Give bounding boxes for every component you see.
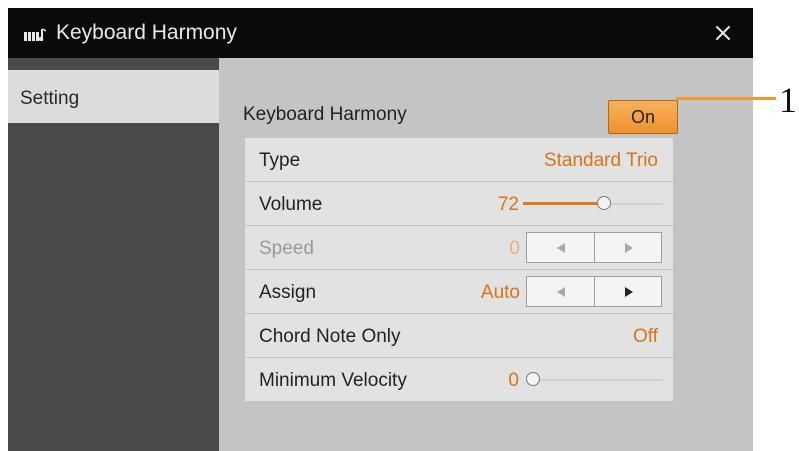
keyboard-harmony-toggle-button[interactable]: On — [608, 100, 678, 134]
volume-slider-knob[interactable] — [596, 196, 611, 210]
assign-stepper — [526, 276, 662, 307]
settings-panel: Keyboard Harmony On Type Standard Trio V… — [219, 58, 753, 451]
minimum-velocity-value: 0 — [508, 370, 519, 391]
close-icon[interactable] — [708, 18, 738, 48]
chord-note-only-value[interactable]: Off — [633, 326, 658, 348]
speed-stepper — [526, 232, 662, 263]
speed-decrease-button — [527, 233, 594, 262]
type-value[interactable]: Standard Trio — [544, 150, 658, 172]
assign-value: Auto — [480, 282, 520, 303]
sidebar: Setting — [8, 58, 219, 451]
triangle-right-icon — [625, 287, 633, 297]
assign-increase-button[interactable] — [595, 277, 662, 306]
triangle-left-icon — [557, 287, 565, 297]
window-title: Keyboard Harmony — [56, 21, 237, 44]
assign-decrease-button[interactable] — [527, 277, 594, 306]
title-bar: Keyboard Harmony — [8, 8, 753, 58]
tab-setting[interactable]: Setting — [8, 70, 219, 123]
speed-increase-button — [595, 233, 662, 262]
speed-row: Speed 0 — [245, 226, 673, 269]
chord-note-only-label: Chord Note Only — [259, 326, 401, 347]
volume-value: 72 — [497, 194, 519, 215]
triangle-left-icon — [557, 243, 565, 253]
minimum-velocity-row: Minimum Velocity 0 — [245, 358, 673, 401]
triangle-right-icon — [625, 243, 633, 253]
minimum-velocity-slider-track[interactable] — [533, 379, 663, 381]
speed-value: 0 — [509, 238, 520, 259]
type-label: Type — [259, 150, 301, 171]
assign-label: Assign — [259, 282, 317, 303]
volume-slider-fill — [523, 202, 604, 205]
parameter-list: Type Standard Trio Volume 72 Speed 0 Ass… — [245, 138, 673, 402]
chord-note-only-row[interactable]: Chord Note Only Off — [245, 314, 673, 357]
volume-row: Volume 72 — [245, 182, 673, 225]
callout-number: 1 — [779, 80, 797, 120]
screen: Keyboard Harmony Setting Keyboard Harmon… — [8, 8, 753, 451]
keyboard-harmony-icon — [24, 28, 46, 41]
minimum-velocity-label: Minimum Velocity — [259, 370, 407, 391]
assign-row: Assign Auto — [245, 270, 673, 313]
type-row[interactable]: Type Standard Trio — [245, 138, 673, 181]
minimum-velocity-slider-knob[interactable] — [526, 372, 540, 386]
volume-label: Volume — [259, 194, 323, 215]
speed-label: Speed — [259, 238, 314, 259]
tab-setting-label: Setting — [20, 88, 80, 109]
callout-leader-line — [676, 97, 776, 100]
keyboard-harmony-label: Keyboard Harmony — [243, 104, 407, 125]
